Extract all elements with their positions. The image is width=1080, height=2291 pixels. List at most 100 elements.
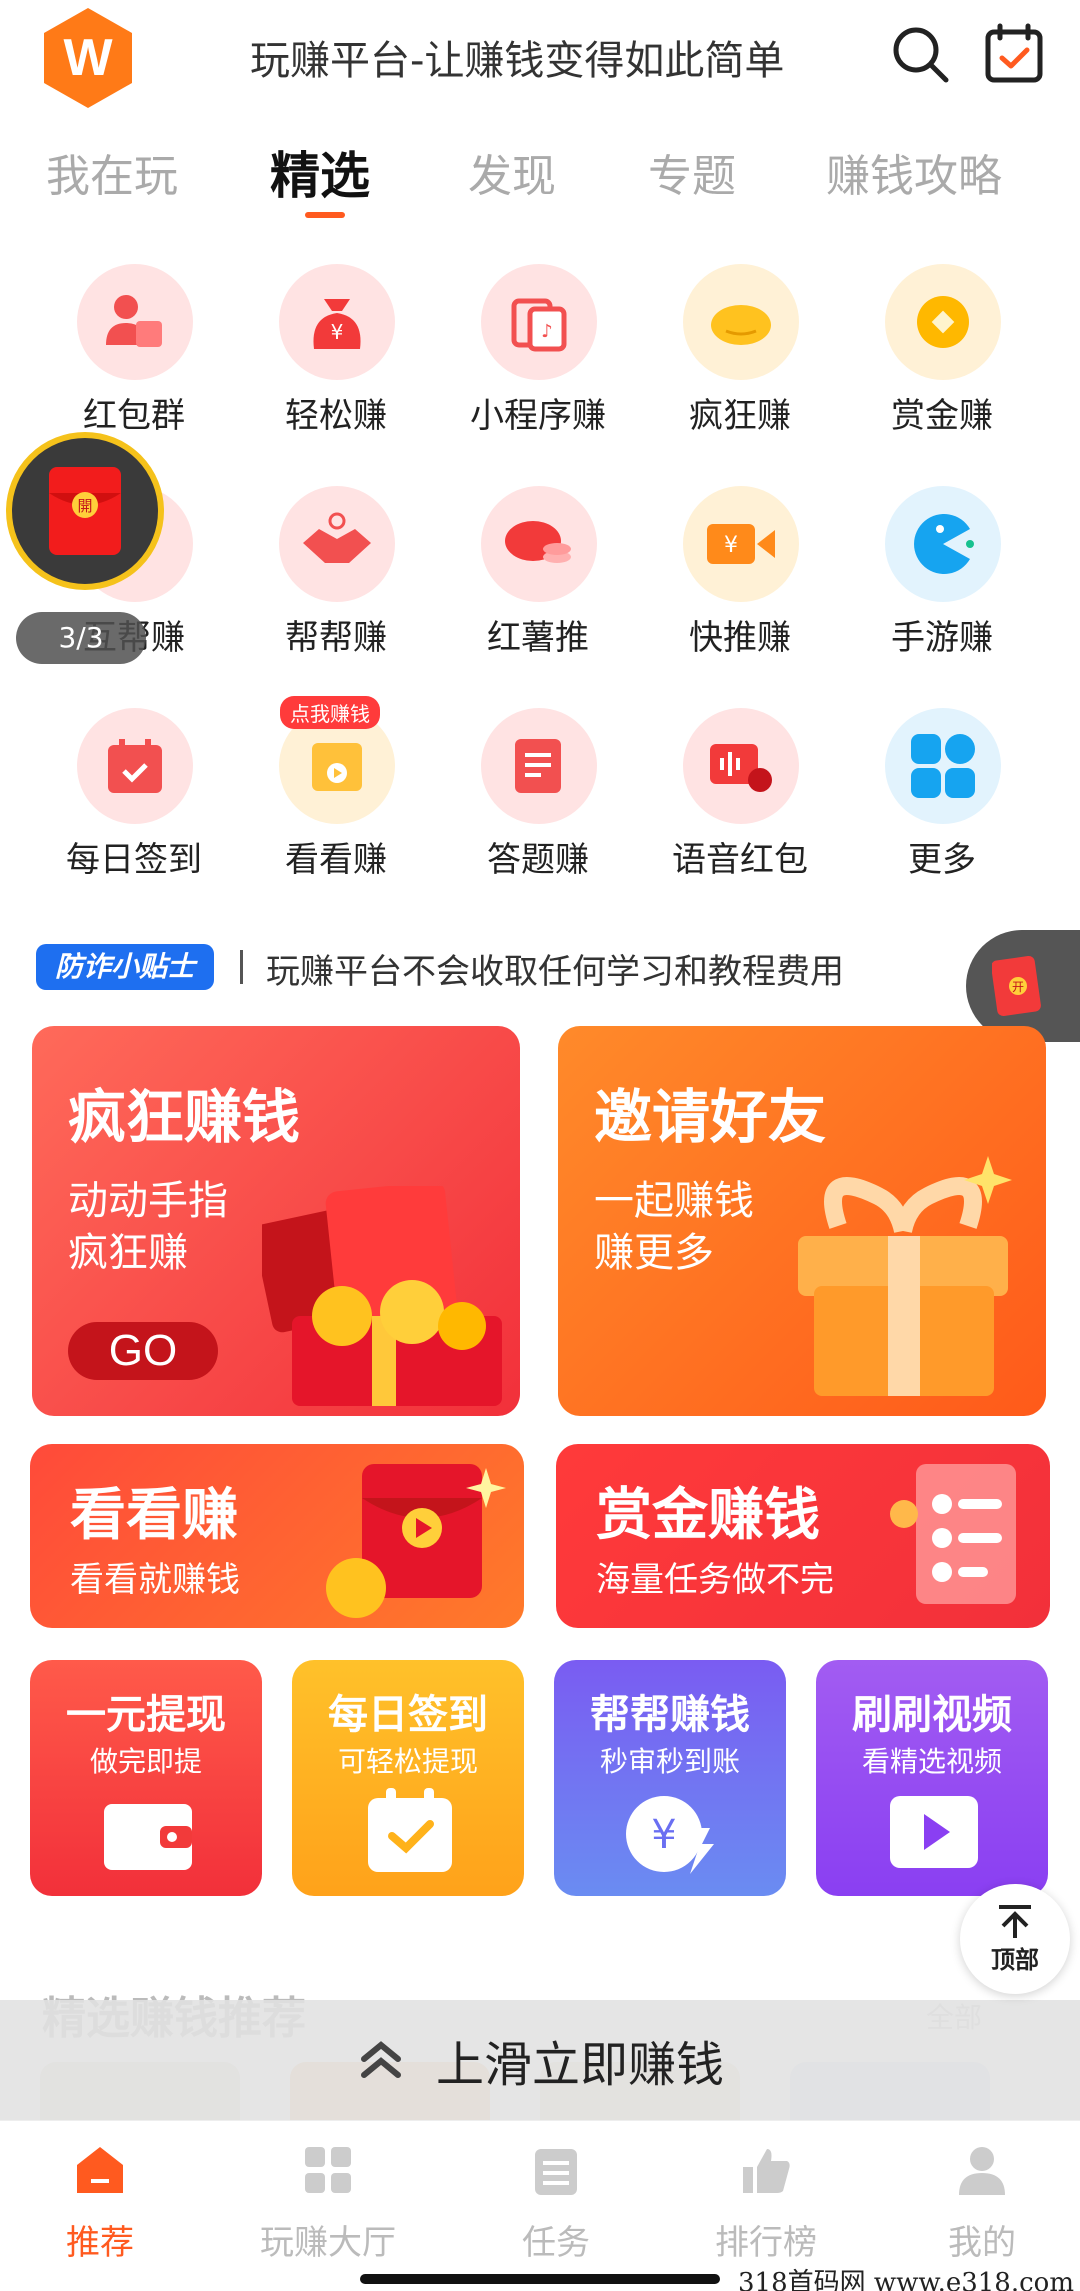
double-chevron-up-icon [360,2041,401,2078]
card-swipe-videos[interactable]: 刷刷视频 看精选视频 [816,1660,1048,1896]
nav-recommend[interactable]: 推荐 [20,2143,180,2273]
anti-fraud-tip: 玩赚平台不会收取任何学习和教程费用 [266,952,844,992]
redpack-counter: 3/3 [16,612,146,664]
handshake-icon [279,486,395,602]
card-withdraw-one-yuan[interactable]: 一元提现 做完即提 [30,1660,262,1896]
grid-label: 赏金赚 [891,396,993,436]
play-icon [890,1796,978,1868]
banner-line: 动动手指 [68,1178,228,1224]
people-icon [77,264,193,380]
grid-apps-icon [885,708,1001,824]
lemon-icon [683,264,799,380]
tab-playing[interactable]: 我在玩 [46,140,178,204]
calendar-icon [77,708,193,824]
grid-label: 答题赚 [487,840,589,880]
svg-text:♪: ♪ [541,321,553,342]
tab-bar: 我在玩 精选 发现 专题 赚钱攻略 [0,140,1080,230]
go-button[interactable]: GO [68,1322,218,1380]
grid-item-daily-checkin[interactable]: 每日签到 [64,708,204,898]
banner-line: 赚更多 [594,1230,714,1276]
nav-profile[interactable]: 我的 [902,2143,1062,2273]
yuan-lightning-icon: ¥ [626,1796,714,1874]
tab-guide[interactable]: 赚钱攻略 [826,140,1002,204]
redpack-glyph: 開 [77,497,92,515]
money-bag-icon: ¥ [279,264,395,380]
grid-item-quick-push[interactable]: ¥ 快推赚 [670,486,810,676]
nav-tasks[interactable]: 任务 [476,2143,636,2273]
thumbs-up-icon [743,2149,790,2193]
search-icon[interactable] [888,22,952,86]
nav-hall[interactable]: 玩赚大厅 [248,2143,408,2273]
back-to-top-button[interactable]: 顶部 [960,1884,1070,1994]
banner-invite-friends[interactable]: 邀请好友 一起赚钱 赚更多 [558,1026,1046,1416]
back-to-top-label: 顶部 [991,1945,1039,1974]
banner-line: 疯狂赚 [68,1230,188,1276]
card-title: 一元提现 [66,1692,226,1738]
grid-item-mini-program[interactable]: ♪ 小程序赚 [468,264,608,454]
banner-title: 赏金赚钱 [596,1483,820,1548]
svg-text:¥: ¥ [651,1812,676,1858]
home-icon [77,2147,123,2193]
video-camera-icon: ¥ [683,486,799,602]
app-logo[interactable]: W [44,8,132,108]
sweet-potato-icon [481,486,597,602]
card-daily-checkin[interactable]: 每日签到 可轻松提现 [292,1660,524,1896]
tip-divider [240,950,243,984]
pacman-icon [885,486,1001,602]
grid-item-voice-redpack[interactable]: 语音红包 [670,708,810,898]
banner-line: 一起赚钱 [594,1178,754,1224]
grid-item-easy-earn[interactable]: ¥ 轻松赚 [266,264,406,454]
calendar-check-icon [368,1788,452,1872]
nav-label: 我的 [948,2223,1016,2263]
grid-item-watch-earn[interactable]: 点我赚钱 看看赚 [266,696,406,898]
tab-featured[interactable]: 精选 [270,136,370,208]
swipe-up-text: 上滑立即赚钱 [435,2037,724,2093]
home-indicator[interactable] [360,2274,720,2284]
gift-box-illustration [798,1156,1012,1396]
banner-sub: 看看就赚钱 [70,1560,240,1600]
grid-label: 看看赚 [285,840,387,880]
banner-crazy-earn[interactable]: 疯狂赚钱 动动手指 疯狂赚 GO [32,1026,520,1416]
grid-label: 轻松赚 [285,396,387,436]
calendar-check-icon[interactable] [982,22,1046,86]
card-sub: 看精选视频 [861,1745,1002,1778]
floating-redpack-button[interactable]: 開 [6,432,164,590]
nav-label: 玩赚大厅 [260,2223,396,2263]
task-list-illustration [890,1464,1016,1604]
grid-label: 更多 [908,840,976,880]
watermark: 318首码网 www.e318.com [738,2268,1074,2291]
tab-topics[interactable]: 专题 [648,140,736,204]
nav-label: 排行榜 [715,2223,817,2263]
swipe-up-bar[interactable]: 上滑立即赚钱 [0,2000,1080,2120]
grid-label: 红包群 [83,396,185,436]
grid-item-redpack-group[interactable]: 红包群 [64,264,204,454]
header: W 玩赚平台-让赚钱变得如此简单 [0,0,1080,120]
nav-leaderboard[interactable]: 排行榜 [686,2143,846,2273]
svg-text:¥: ¥ [724,533,738,558]
grid-item-quiz-earn[interactable]: 答题赚 [468,708,608,898]
active-tab-indicator [305,212,345,218]
redpack-icon: 开 [992,955,1041,1017]
tab-discover[interactable]: 发现 [468,140,556,204]
grid-item-mobile-games[interactable]: 手游赚 [872,486,1012,676]
anti-fraud-badge: 防诈小贴士 [36,944,214,990]
logo-letter: W [63,29,113,87]
card-sub: 秒审秒到账 [599,1745,740,1778]
grid-label: 红薯推 [487,618,589,658]
grid-icon [305,2147,351,2193]
card-sub: 做完即提 [89,1745,202,1778]
wallet-icon [104,1804,192,1870]
banner-bounty-earn[interactable]: 赏金赚钱 海量任务做不完 [556,1444,1050,1628]
banner-watch-earn[interactable]: 看看赚 看看就赚钱 [30,1444,524,1628]
mini-program-icon: ♪ [481,264,597,380]
clipboard-icon [535,2149,577,2195]
card-help-earn[interactable]: 帮帮赚钱 秒审秒到账 ¥ [554,1660,786,1896]
voice-wave-icon [683,708,799,824]
card-title: 每日签到 [328,1692,488,1738]
grid-item-help-earn[interactable]: 帮帮赚 [266,486,406,676]
grid-item-sweet-potato[interactable]: 红薯推 [468,486,608,676]
redpack-icon: 開 [49,467,121,555]
grid-item-crazy-earn[interactable]: 疯狂赚 [670,264,810,454]
grid-item-bounty-earn[interactable]: 赏金赚 [872,264,1012,454]
grid-item-more[interactable]: 更多 [872,708,1012,898]
